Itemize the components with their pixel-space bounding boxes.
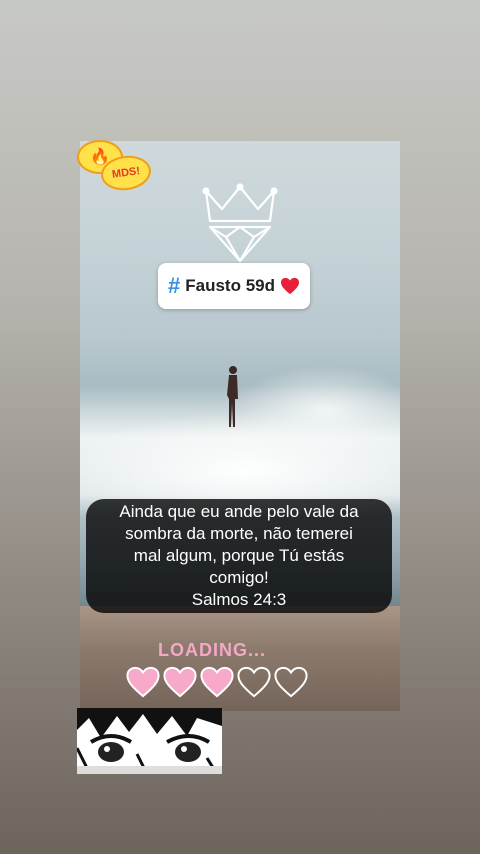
heart-filled-icon: [163, 666, 197, 698]
heart-empty-icon: [237, 666, 271, 698]
caption-line: sombra da morte, não temerei: [125, 524, 353, 543]
heart-filled-icon: [126, 666, 160, 698]
hashtag-text: Fausto 59d: [185, 276, 275, 295]
caption-reference: Salmos 24:3: [191, 590, 287, 609]
hashtag-icon: #: [168, 273, 181, 298]
heart-empty-icon: [274, 666, 308, 698]
manga-eyes-sticker: [77, 708, 222, 774]
loading-label: LOADING...: [158, 640, 266, 660]
quote-caption: Ainda que eu ande pelo vale da sombra da…: [86, 499, 392, 613]
hashtag-sticker[interactable]: # Fausto 59d: [158, 263, 310, 309]
wave-foam: [80, 411, 400, 511]
caption-line: mal algum, porque Tú estás: [133, 546, 345, 565]
red-heart-icon: [281, 277, 299, 295]
loading-hearts: [126, 666, 308, 698]
crown-diamond-icon: [202, 183, 278, 263]
person-figure: [227, 366, 238, 427]
caption-line: comigo!: [209, 568, 269, 587]
caption-line: Ainda que eu ande pelo vale da: [119, 502, 359, 521]
mds-fire-sticker: 🔥 MDS!: [75, 138, 154, 194]
manga-eyes-image: [77, 708, 222, 774]
heart-filled-icon: [200, 666, 234, 698]
